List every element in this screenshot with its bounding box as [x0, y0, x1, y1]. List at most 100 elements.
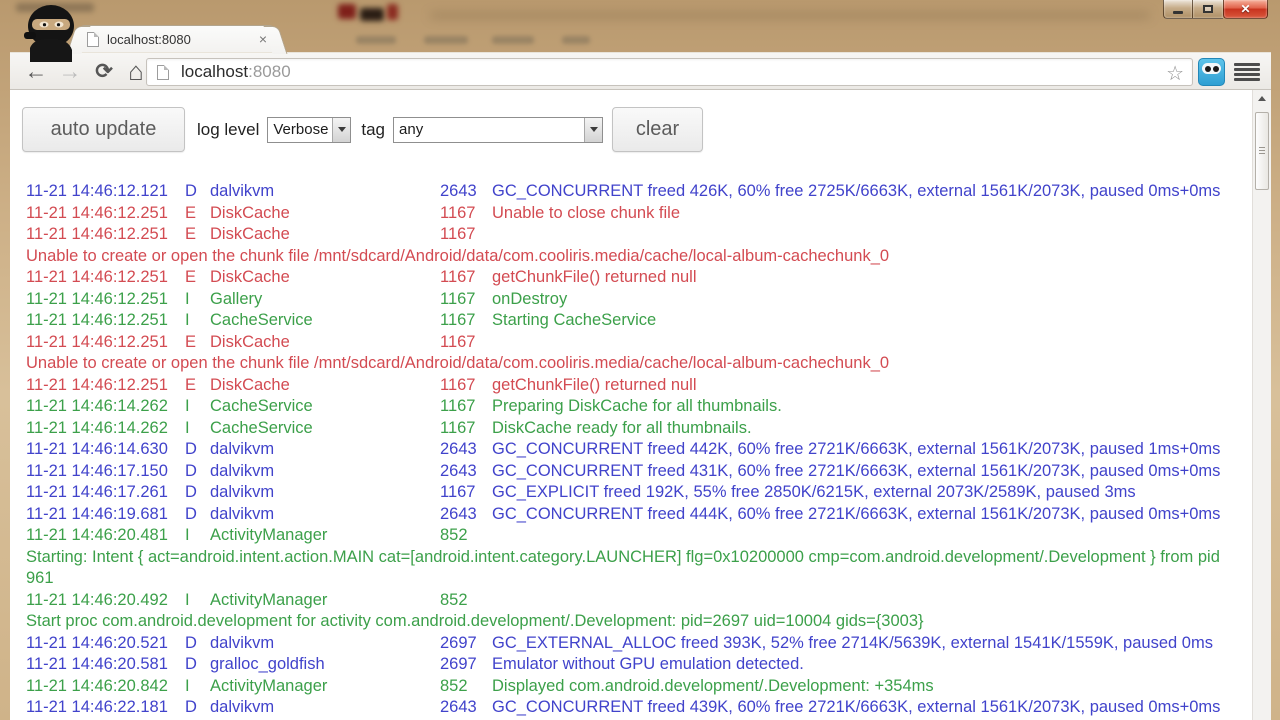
log-row: 11-21 14:46:12.251EDiskCache1167Unable t…: [26, 224, 1229, 267]
log-time: 11-21 14:46:14.262: [26, 396, 185, 418]
log-level-label: log level: [197, 120, 259, 140]
auto-update-button[interactable]: auto update: [22, 107, 185, 152]
log-tag: DiskCache: [210, 224, 440, 246]
background-blur-blob: [360, 8, 384, 21]
log-level: I: [185, 676, 210, 698]
log-level: E: [185, 224, 210, 246]
extension-button[interactable]: [1198, 58, 1225, 86]
log-row: 11-21 14:46:12.121Ddalvikvm2643GC_CONCUR…: [26, 181, 1229, 203]
log-time: 11-21 14:46:17.150: [26, 461, 185, 483]
browser-menu-button[interactable]: [1234, 62, 1260, 82]
log-time: 11-21 14:46:12.251: [26, 203, 185, 225]
clear-button[interactable]: clear: [612, 107, 703, 152]
log-message: Unable to create or open the chunk file …: [26, 353, 889, 375]
log-time: 11-21 14:46:20.521: [26, 633, 185, 655]
log-row: 11-21 14:46:20.842IActivityManager852Dis…: [26, 676, 1229, 698]
minimize-icon: [1173, 11, 1183, 14]
menu-icon: [1234, 68, 1260, 71]
log-pid: 1167: [440, 332, 492, 354]
log-row: 11-21 14:46:12.251EDiskCache1167getChunk…: [26, 375, 1229, 397]
background-menu-blur: [492, 36, 534, 44]
log-time: 11-21 14:46:17.261: [26, 482, 185, 504]
log-row: 11-21 14:46:12.251ICacheService1167Start…: [26, 310, 1229, 332]
log-level: I: [185, 396, 210, 418]
log-tag: CacheService: [210, 310, 440, 332]
log-level: I: [185, 418, 210, 440]
extension-robot-eye: [1205, 66, 1211, 72]
menu-icon: [1234, 78, 1260, 81]
log-message: DiskCache ready for all thumbnails.: [492, 418, 752, 440]
log-message: Displayed com.android.development/.Devel…: [492, 676, 934, 698]
log-level: D: [185, 439, 210, 461]
log-pid: 1167: [440, 396, 492, 418]
maximize-button[interactable]: [1193, 0, 1223, 19]
url-port: :8080: [248, 62, 291, 81]
log-row: 11-21 14:46:17.261Ddalvikvm1167GC_EXPLIC…: [26, 482, 1229, 504]
log-tag: dalvikvm: [210, 181, 440, 203]
browser-tab[interactable]: localhost:8080 ×: [78, 25, 276, 52]
log-message: Starting CacheService: [492, 310, 656, 332]
log-level-select[interactable]: Verbose: [267, 117, 351, 143]
log-row: 11-21 14:46:14.262ICacheService1167DiskC…: [26, 418, 1229, 440]
log-level: I: [185, 590, 210, 612]
log-time: 11-21 14:46:12.251: [26, 332, 185, 354]
bookmark-star-icon[interactable]: ☆: [1166, 61, 1184, 86]
log-tag: ActivityManager: [210, 590, 440, 612]
log-tag: Gallery: [210, 289, 440, 311]
log-pid: 1167: [440, 482, 492, 504]
log-message: onDestroy: [492, 289, 567, 311]
tab-close-icon[interactable]: ×: [259, 32, 267, 46]
log-row: 11-21 14:46:12.251IGallery1167onDestroy: [26, 289, 1229, 311]
tag-select[interactable]: any: [393, 117, 603, 143]
address-bar[interactable]: localhost:8080 ☆: [146, 58, 1193, 86]
reload-button[interactable]: ⟳: [88, 56, 120, 87]
log-row: 11-21 14:46:19.681Ddalvikvm2643GC_CONCUR…: [26, 504, 1229, 526]
logcat-controls: auto update log level Verbose tag any cl…: [22, 107, 1271, 152]
minimize-button[interactable]: [1163, 0, 1193, 19]
log-time: 11-21 14:46:20.842: [26, 676, 185, 698]
ninja-mascot-icon: [20, 4, 80, 62]
log-level: I: [185, 310, 210, 332]
log-level: I: [185, 525, 210, 547]
log-pid: 852: [440, 676, 492, 698]
log-pid: 1167: [440, 267, 492, 289]
log-tag: ActivityManager: [210, 676, 440, 698]
extension-robot-eye: [1213, 66, 1219, 72]
window-controls: ✕: [1163, 0, 1268, 19]
log-row: 11-21 14:46:12.251EDiskCache1167getChunk…: [26, 267, 1229, 289]
log-level: D: [185, 482, 210, 504]
log-row: 11-21 14:46:20.492IActivityManager852Sta…: [26, 590, 1229, 633]
log-row: 11-21 14:46:12.251EDiskCache1167Unable t…: [26, 203, 1229, 225]
log-time: 11-21 14:46:20.492: [26, 590, 185, 612]
log-message: GC_EXTERNAL_ALLOC freed 393K, 52% free 2…: [492, 633, 1213, 655]
background-blur-blob: [338, 4, 356, 19]
background-blur-blob: [387, 4, 398, 20]
log-level: D: [185, 633, 210, 655]
log-level: E: [185, 375, 210, 397]
back-icon: ←: [25, 58, 48, 85]
close-button[interactable]: ✕: [1223, 0, 1268, 19]
url-text: localhost:8080: [181, 62, 291, 82]
log-pid: 2643: [440, 697, 492, 719]
log-row: 11-21 14:46:20.581Dgralloc_goldfish2697E…: [26, 654, 1229, 676]
log-time: 11-21 14:46:12.251: [26, 310, 185, 332]
scrollbar-thumb[interactable]: [1255, 112, 1269, 190]
background-menu-blur: [424, 36, 468, 44]
background-menu-blur: [562, 36, 590, 44]
log-pid: 1167: [440, 310, 492, 332]
scrollbar-up-arrow-icon[interactable]: [1253, 90, 1271, 107]
log-pid: 1167: [440, 418, 492, 440]
log-tag: DiskCache: [210, 267, 440, 289]
background-blur-blob: [430, 12, 1150, 19]
log-message: getChunkFile() returned null: [492, 375, 697, 397]
page-favicon-icon: [87, 32, 99, 47]
log-pid: 2643: [440, 504, 492, 526]
log-message: GC_CONCURRENT freed 439K, 60% free 2721K…: [492, 697, 1220, 719]
page-scrollbar[interactable]: [1252, 90, 1271, 720]
log-tag: dalvikvm: [210, 504, 440, 526]
log-time: 11-21 14:46:19.681: [26, 504, 185, 526]
log-pid: 2643: [440, 439, 492, 461]
page-icon: [157, 65, 169, 80]
log-level: E: [185, 267, 210, 289]
log-time: 11-21 14:46:20.581: [26, 654, 185, 676]
